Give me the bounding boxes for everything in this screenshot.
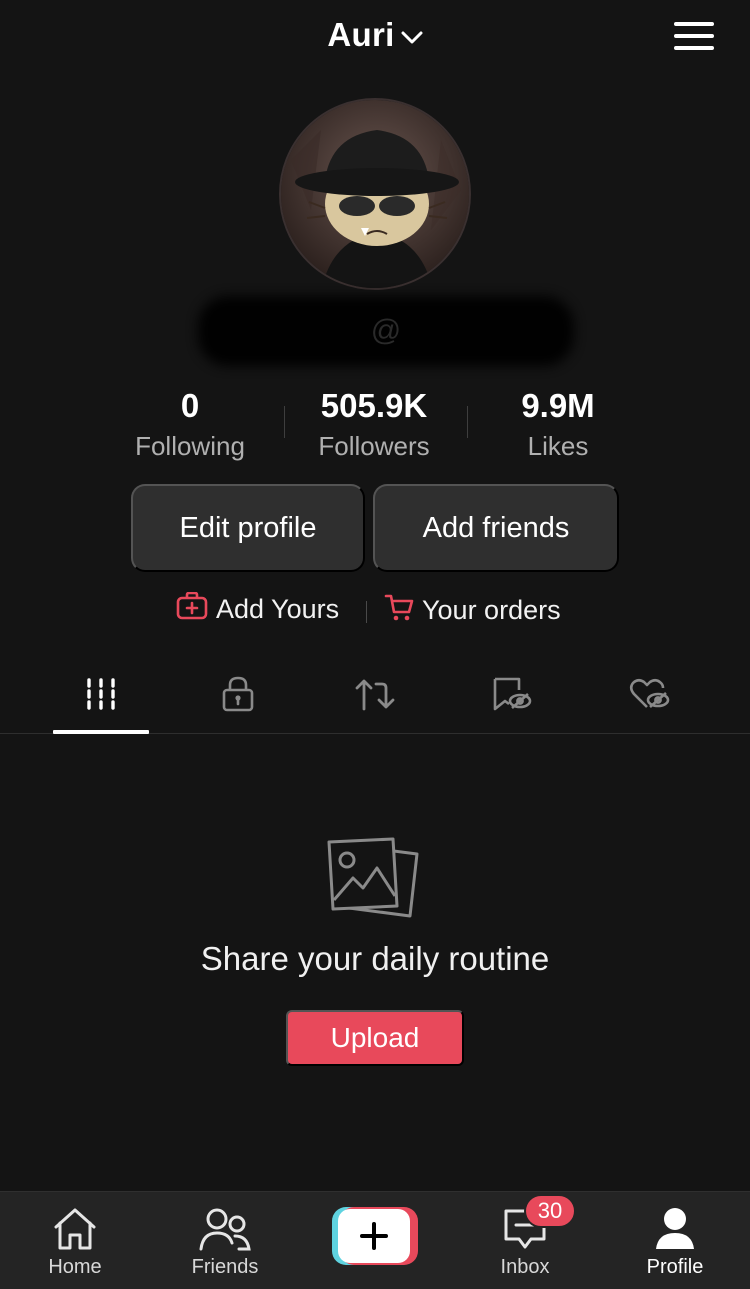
add-yours-label: Add Yours: [216, 594, 340, 624]
profile-icon: [600, 1204, 750, 1254]
home-icon: [0, 1204, 150, 1254]
divider: [366, 601, 367, 623]
hidden-favorites-icon: [492, 676, 532, 717]
following-label: Following: [135, 431, 245, 461]
content-tabs: [0, 660, 750, 734]
following-count: 0: [180, 387, 200, 424]
lock-private-icon: [221, 675, 255, 718]
stat-likes[interactable]: 9.9M Likes: [466, 386, 650, 466]
handle-redacted: @: [198, 296, 574, 366]
account-switcher[interactable]: Auri: [0, 16, 750, 54]
nav-home[interactable]: Home: [0, 1192, 150, 1289]
divider: [467, 406, 468, 438]
cart-icon: [384, 592, 422, 629]
nav-profile-label: Profile: [646, 1256, 704, 1278]
avatar[interactable]: [279, 98, 471, 290]
empty-state-title: Share your daily routine: [200, 940, 550, 977]
repost-icon: [354, 676, 396, 717]
likes-count: 9.9M: [521, 387, 595, 424]
your-orders-label: Your orders: [422, 595, 561, 625]
stat-followers[interactable]: 505.9K Followers: [282, 386, 466, 466]
handle-text: @: [370, 314, 402, 347]
add-yours-icon: [176, 591, 216, 627]
profile-links: Add Yours Your orders: [0, 591, 750, 632]
inbox-badge: 30: [524, 1194, 576, 1228]
chevron-down-icon: [401, 15, 423, 53]
tab-private[interactable]: [190, 660, 286, 732]
likes-label: Likes: [527, 431, 589, 461]
nav-profile[interactable]: Profile: [600, 1192, 750, 1289]
photos-icon: [0, 836, 750, 925]
nav-friends[interactable]: Friends: [150, 1192, 300, 1289]
edit-profile-button[interactable]: Edit profile: [131, 484, 365, 572]
friends-icon: [150, 1204, 300, 1254]
empty-state: [0, 836, 750, 925]
create-button[interactable]: [332, 1207, 418, 1265]
followers-count: 505.9K: [320, 387, 428, 424]
username-label: Auri: [327, 16, 395, 53]
followers-label: Followers: [318, 431, 430, 461]
tab-videos[interactable]: [53, 660, 149, 734]
your-orders-link[interactable]: Your orders: [384, 592, 561, 629]
tab-liked[interactable]: [601, 660, 697, 732]
add-yours-link[interactable]: Add Yours: [176, 591, 340, 627]
profile-stats: 0 Following 505.9K Followers 9.9M Likes: [98, 386, 650, 466]
add-friends-button[interactable]: Add friends: [373, 484, 619, 572]
nav-friends-label: Friends: [191, 1256, 259, 1278]
tab-reposts[interactable]: [327, 660, 423, 732]
upload-button[interactable]: Upload: [286, 1010, 464, 1066]
stat-following[interactable]: 0 Following: [98, 386, 282, 466]
hidden-liked-icon: [628, 676, 670, 717]
divider: [284, 406, 285, 438]
tab-favorites[interactable]: [464, 660, 560, 732]
nav-home-label: Home: [48, 1256, 102, 1278]
top-bar: Auri: [0, 0, 750, 80]
avatar-image: [281, 100, 469, 288]
grid-videos-icon: [85, 677, 117, 716]
create-plus-icon: [338, 1209, 410, 1263]
profile-actions: Edit profile Add friends: [131, 484, 619, 572]
hamburger-menu-icon[interactable]: [674, 22, 714, 54]
nav-inbox-label: Inbox: [500, 1256, 550, 1278]
